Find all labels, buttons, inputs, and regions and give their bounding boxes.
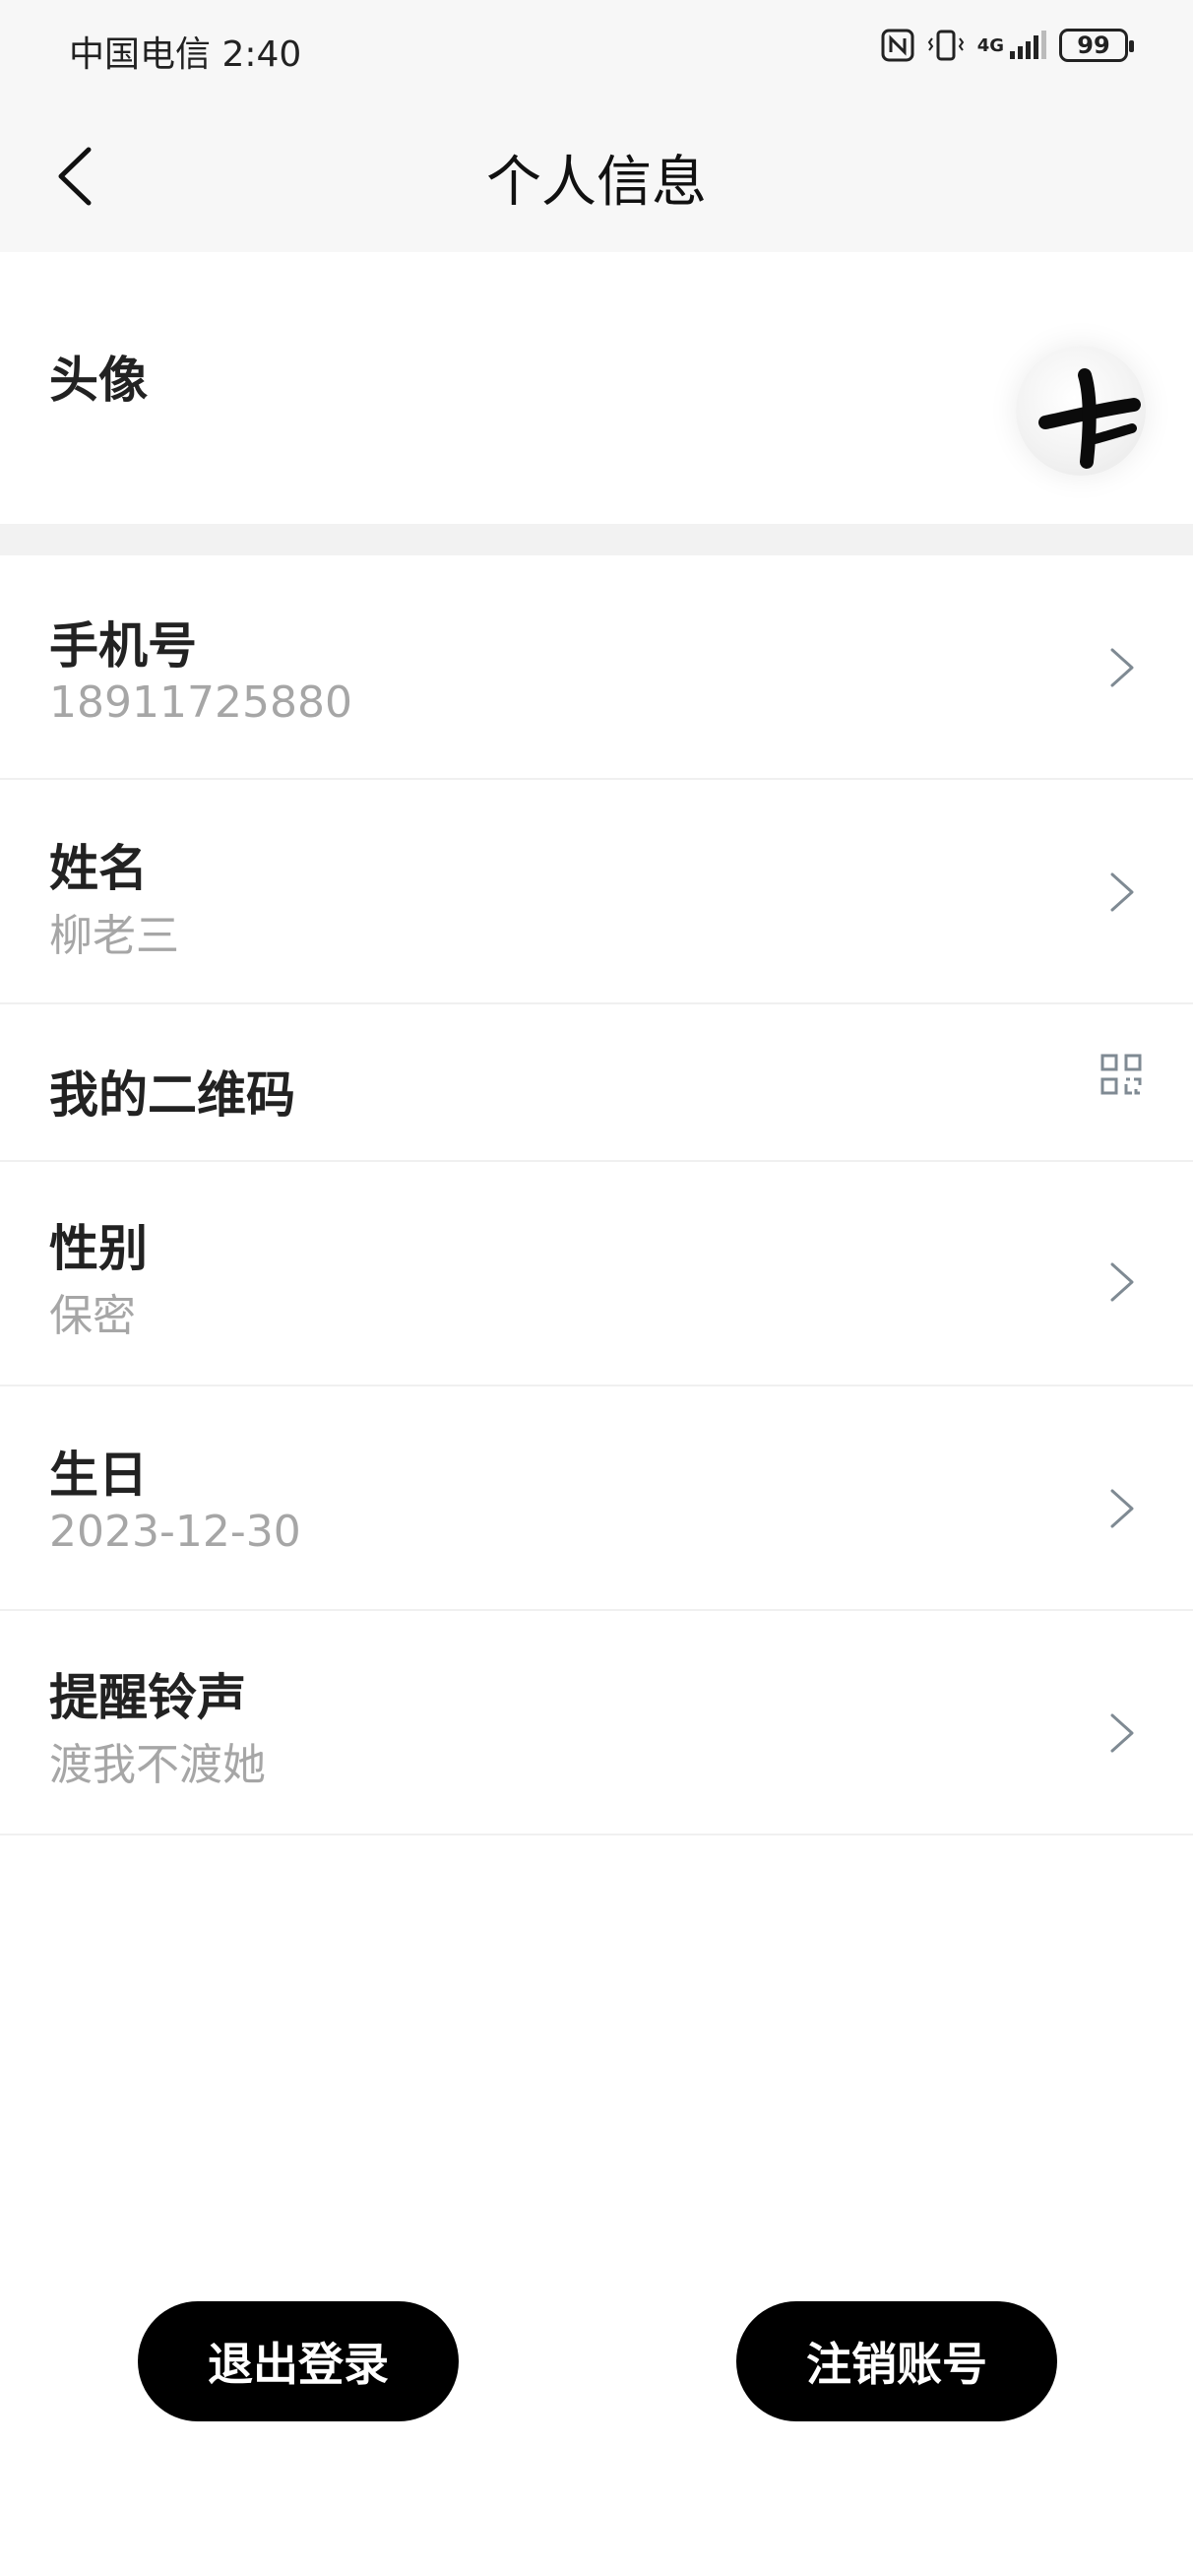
status-icons: 4G 99 <box>881 26 1134 65</box>
cancel-account-button[interactable]: 注销账号 <box>736 2301 1057 2421</box>
list-item-phone[interactable]: 手机号 18911725880 <box>0 555 1193 780</box>
nfc-icon <box>881 29 914 62</box>
list-item-qr-code[interactable]: 我的二维码 <box>0 1004 1193 1162</box>
chevron-right-icon <box>1110 1713 1134 1753</box>
avatar-label: 头像 <box>49 352 148 409</box>
avatar-row[interactable]: 头像 <box>0 252 1193 524</box>
status-bar: 中国电信 2:40 4G 99 <box>0 0 1193 98</box>
header: 个人信息 <box>0 98 1193 252</box>
qr-code-icon <box>1100 1054 1142 1095</box>
section-divider <box>0 524 1193 555</box>
avatar-calligraphy-image <box>1038 368 1141 469</box>
name-value: 柳老三 <box>49 911 179 961</box>
page-title: 个人信息 <box>486 151 707 215</box>
list-item-ringtone[interactable]: 提醒铃声 渡我不渡她 <box>0 1611 1193 1835</box>
signal-icon <box>1010 31 1046 59</box>
gender-label: 性别 <box>49 1220 148 1277</box>
vibrate-icon <box>927 30 964 61</box>
chevron-right-icon <box>1110 872 1134 912</box>
battery-level: 99 <box>1077 32 1110 59</box>
gender-value: 保密 <box>49 1291 136 1341</box>
battery-icon: 99 <box>1059 29 1134 62</box>
avatar[interactable] <box>1016 346 1146 476</box>
list-item-gender[interactable]: 性别 保密 <box>0 1162 1193 1386</box>
birthday-label: 生日 <box>49 1447 148 1504</box>
birthday-value: 2023-12-30 <box>49 1507 301 1557</box>
network-type: 4G <box>977 30 1047 61</box>
carrier-time: 中国电信 2:40 <box>69 34 302 75</box>
list-item-name[interactable]: 姓名 柳老三 <box>0 780 1193 1004</box>
network-label: 4G <box>976 34 1004 56</box>
phone-label: 手机号 <box>49 617 197 675</box>
qr-code-label: 我的二维码 <box>49 1066 295 1124</box>
chevron-right-icon <box>1110 1262 1134 1302</box>
phone-value: 18911725880 <box>49 677 352 728</box>
logout-button[interactable]: 退出登录 <box>138 2301 459 2421</box>
list-item-birthday[interactable]: 生日 2023-12-30 <box>0 1386 1193 1611</box>
name-label: 姓名 <box>49 840 148 897</box>
chevron-right-icon <box>1110 1489 1134 1528</box>
ringtone-label: 提醒铃声 <box>49 1669 246 1726</box>
chevron-right-icon <box>1110 648 1134 687</box>
ringtone-value: 渡我不渡她 <box>49 1740 266 1790</box>
